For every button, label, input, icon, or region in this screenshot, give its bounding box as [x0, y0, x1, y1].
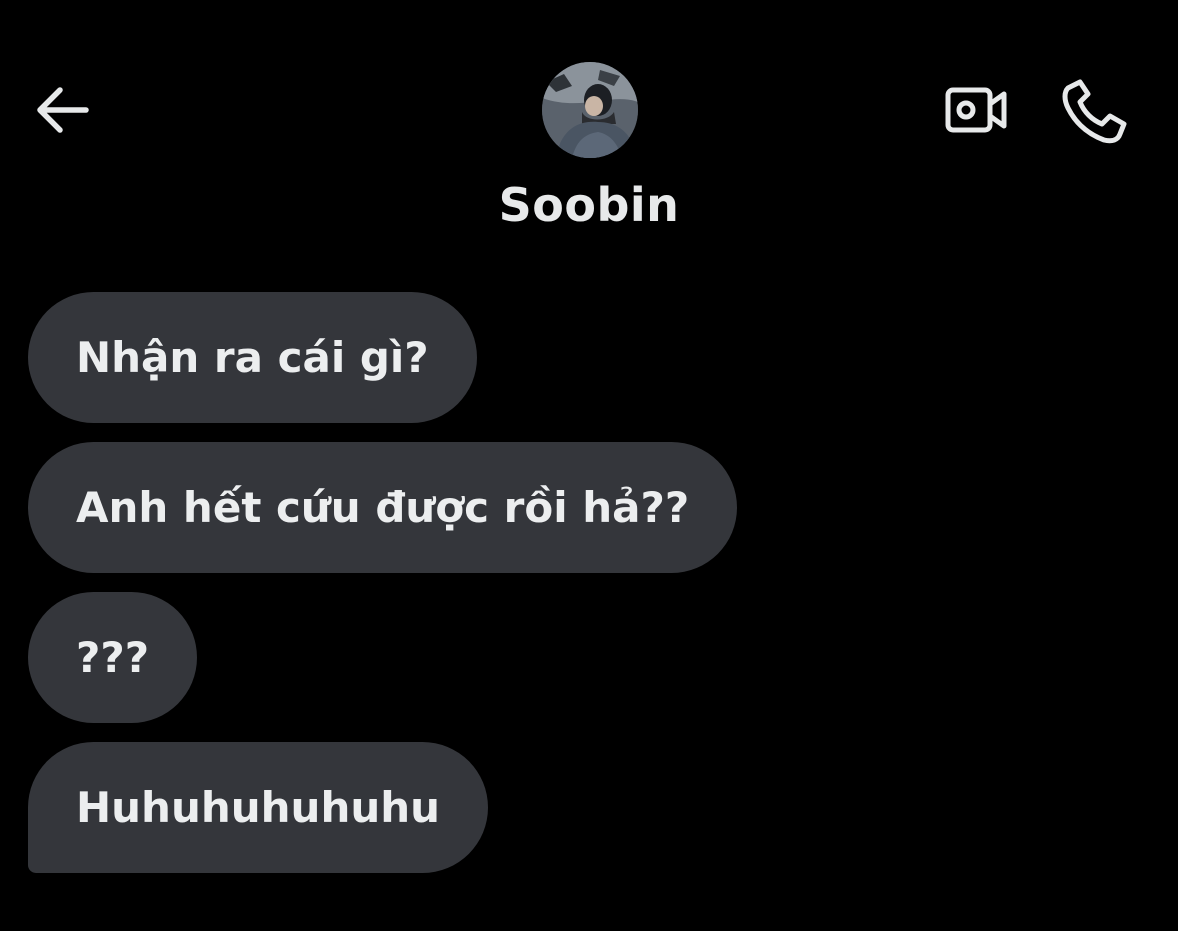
- phone-icon: [1062, 79, 1127, 144]
- contact-name[interactable]: Soobin: [389, 178, 789, 232]
- contact-avatar[interactable]: [542, 62, 638, 158]
- message-bubble[interactable]: ???: [28, 592, 198, 723]
- message-thread: Nhận ra cái gì? Anh hết cứu được rồi hả?…: [28, 292, 1148, 892]
- arrow-left-icon: [37, 87, 89, 133]
- video-call-button[interactable]: [940, 78, 1012, 142]
- message-bubble[interactable]: Huhuhuhuhuhu: [28, 742, 489, 873]
- conversation-header: Soobin: [0, 0, 1178, 260]
- voice-call-button[interactable]: [1058, 74, 1132, 146]
- back-button[interactable]: [30, 80, 94, 140]
- message-bubble[interactable]: Anh hết cứu được rồi hả??: [28, 442, 738, 573]
- avatar-photo: [542, 62, 638, 158]
- message-bubble[interactable]: Nhận ra cái gì?: [28, 292, 477, 423]
- video-camera-icon: [945, 87, 1007, 133]
